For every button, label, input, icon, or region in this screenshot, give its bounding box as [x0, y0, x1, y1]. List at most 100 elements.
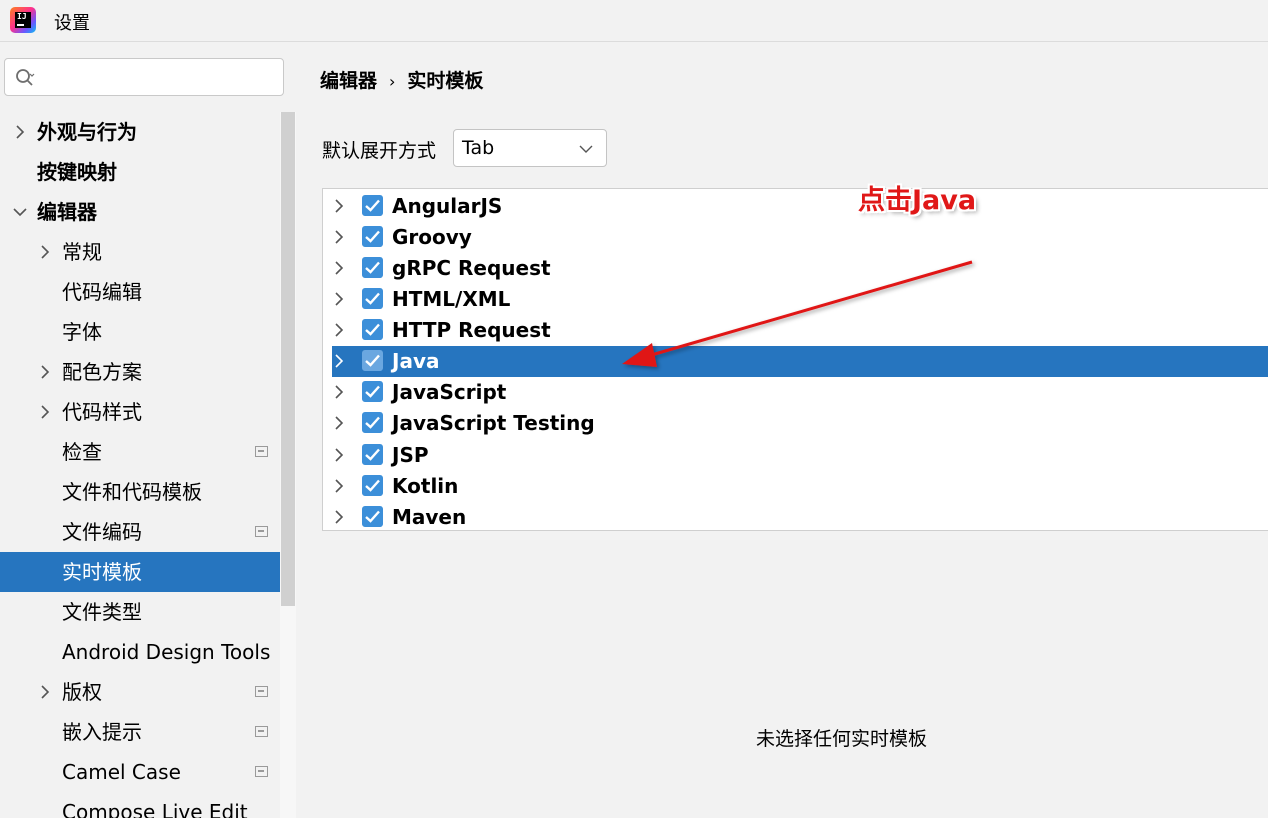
sidebar-item-label: 配色方案 [62, 360, 142, 384]
tree-row-label: gRPC Request [392, 256, 551, 280]
sidebar-item-label: Android Design Tools [62, 640, 271, 664]
sidebar-item-label: 常规 [62, 240, 102, 264]
tree-row-grpc-request[interactable]: gRPC Request [323, 253, 1268, 284]
tree-row-label: AngularJS [392, 194, 503, 218]
sidebar-item-android-design-tools[interactable]: Android Design Tools [0, 632, 296, 672]
sidebar-item-font[interactable]: 字体 [0, 312, 296, 352]
window-title: 设置 [54, 13, 90, 34]
sidebar-item-label: 外观与行为 [37, 120, 137, 144]
tree-row-html-xml[interactable]: HTML/XML [323, 284, 1268, 315]
chevron-right-icon[interactable] [331, 291, 347, 307]
tree-row-label: Java [392, 349, 440, 373]
sidebar-item-file-templates[interactable]: 文件和代码模板 [0, 472, 296, 512]
sidebar-scrollbar[interactable] [280, 112, 296, 818]
annotation-callout: 点击Java [858, 185, 977, 216]
title-bar: IJ 设置 [0, 0, 1268, 42]
chevron-down-icon [13, 208, 27, 217]
tree-row-groovy[interactable]: Groovy [323, 222, 1268, 253]
sidebar-item-label: Camel Case [62, 760, 181, 784]
chevron-right-icon[interactable] [331, 353, 347, 369]
group-checkbox[interactable] [362, 475, 383, 496]
chevron-right-icon[interactable] [331, 509, 347, 525]
chevron-right-icon[interactable] [331, 260, 347, 276]
chevron-right-icon[interactable] [331, 415, 347, 431]
tree-row-javascript[interactable]: JavaScript [323, 377, 1268, 408]
sidebar-item-general[interactable]: 常规 [0, 232, 296, 272]
sidebar-item-live-templates[interactable]: 实时模板 [0, 552, 296, 592]
chevron-right-icon[interactable] [331, 229, 347, 245]
sidebar-item-code-editing[interactable]: 代码编辑 [0, 272, 296, 312]
sidebar-item-label: 实时模板 [62, 560, 142, 584]
sidebar-item-code-style[interactable]: 代码样式 [0, 392, 296, 432]
sidebar-item-label: 编辑器 [37, 200, 97, 224]
settings-main-panel: 编辑器 › 实时模板 默认展开方式 Tab AngularJS Groovy gRP… [296, 42, 1268, 818]
group-checkbox[interactable] [362, 444, 383, 465]
no-template-selected-message: 未选择任何实时模板 [756, 728, 928, 750]
sidebar-item-appearance[interactable]: 外观与行为 [0, 112, 296, 152]
project-scope-icon [255, 766, 268, 777]
sidebar-item-copyright[interactable]: 版权 [0, 672, 296, 712]
group-checkbox[interactable] [362, 257, 383, 278]
sidebar-item-compose-live-edit[interactable]: Compose Live Edit [0, 792, 296, 818]
chevron-right-icon[interactable] [331, 384, 347, 400]
sidebar-item-label: 检查 [62, 440, 102, 464]
project-scope-icon [255, 686, 268, 697]
breadcrumb-item-editor[interactable]: 编辑器 [320, 70, 377, 92]
selection-highlight [332, 346, 1268, 377]
sidebar-item-label: 代码样式 [62, 400, 142, 424]
sidebar-item-keymap[interactable]: 按键映射 [0, 152, 296, 192]
chevron-right-icon [41, 685, 50, 699]
settings-search-input[interactable] [4, 58, 284, 96]
sidebar-item-label: 文件和代码模板 [62, 480, 202, 504]
chevron-right-icon [41, 405, 50, 419]
sidebar-item-editor[interactable]: 编辑器 [0, 192, 296, 232]
group-checkbox[interactable] [362, 319, 383, 340]
project-scope-icon [255, 446, 268, 457]
sidebar-item-label: 按键映射 [37, 160, 117, 184]
group-checkbox[interactable] [362, 381, 383, 402]
group-checkbox[interactable] [362, 288, 383, 309]
chevron-right-icon [16, 125, 25, 139]
tree-row-label: JavaScript Testing [392, 411, 595, 435]
tree-row-angularjs[interactable]: AngularJS [323, 191, 1268, 222]
project-scope-icon [255, 726, 268, 737]
chevron-right-icon [41, 365, 50, 379]
chevron-right-icon [41, 245, 50, 259]
live-templates-tree[interactable]: AngularJS Groovy gRPC Request HTML/XML H… [322, 188, 1268, 531]
chevron-right-icon[interactable] [331, 447, 347, 463]
group-checkbox[interactable] [362, 350, 383, 371]
chevron-right-icon[interactable] [331, 198, 347, 214]
chevron-down-icon [579, 145, 593, 153]
sidebar-item-color-scheme[interactable]: 配色方案 [0, 352, 296, 392]
intellij-logo-icon: IJ [10, 7, 36, 33]
sidebar-item-inspections[interactable]: 检查 [0, 432, 296, 472]
tree-row-kotlin[interactable]: Kotlin [323, 471, 1268, 502]
sidebar-scroll-thumb[interactable] [281, 112, 295, 606]
sidebar-item-label: Compose Live Edit [62, 800, 248, 818]
expand-with-label: 默认展开方式 [322, 140, 437, 162]
group-checkbox[interactable] [362, 412, 383, 433]
chevron-right-icon[interactable] [331, 322, 347, 338]
sidebar-item-inlay-hints[interactable]: 嵌入提示 [0, 712, 296, 752]
sidebar-item-label: 文件编码 [62, 520, 142, 544]
settings-sidebar: 外观与行为 按键映射 编辑器 常规 代码编辑 字体 配色方案 代码样式 检查 文… [0, 42, 296, 818]
group-checkbox[interactable] [362, 226, 383, 247]
sidebar-item-camel-case[interactable]: Camel Case [0, 752, 296, 792]
breadcrumb: 编辑器 › 实时模板 [320, 66, 483, 93]
chevron-right-icon[interactable] [331, 478, 347, 494]
project-scope-icon [255, 526, 268, 537]
tree-row-java[interactable]: Java [323, 346, 1268, 377]
group-checkbox[interactable] [362, 195, 383, 216]
breadcrumb-item-live-templates: 实时模板 [407, 70, 484, 92]
tree-row-javascript-testing[interactable]: JavaScript Testing [323, 408, 1268, 439]
tree-row-label: HTML/XML [392, 287, 511, 311]
tree-row-jsp[interactable]: JSP [323, 440, 1268, 471]
tree-row-maven[interactable]: Maven [323, 502, 1268, 530]
expand-with-select[interactable]: Tab [453, 129, 607, 167]
sidebar-item-label: 嵌入提示 [62, 720, 142, 744]
group-checkbox[interactable] [362, 506, 383, 527]
tree-row-label: Kotlin [392, 474, 459, 498]
sidebar-item-file-encodings[interactable]: 文件编码 [0, 512, 296, 552]
sidebar-item-file-types[interactable]: 文件类型 [0, 592, 296, 632]
tree-row-http-request[interactable]: HTTP Request [323, 315, 1268, 346]
